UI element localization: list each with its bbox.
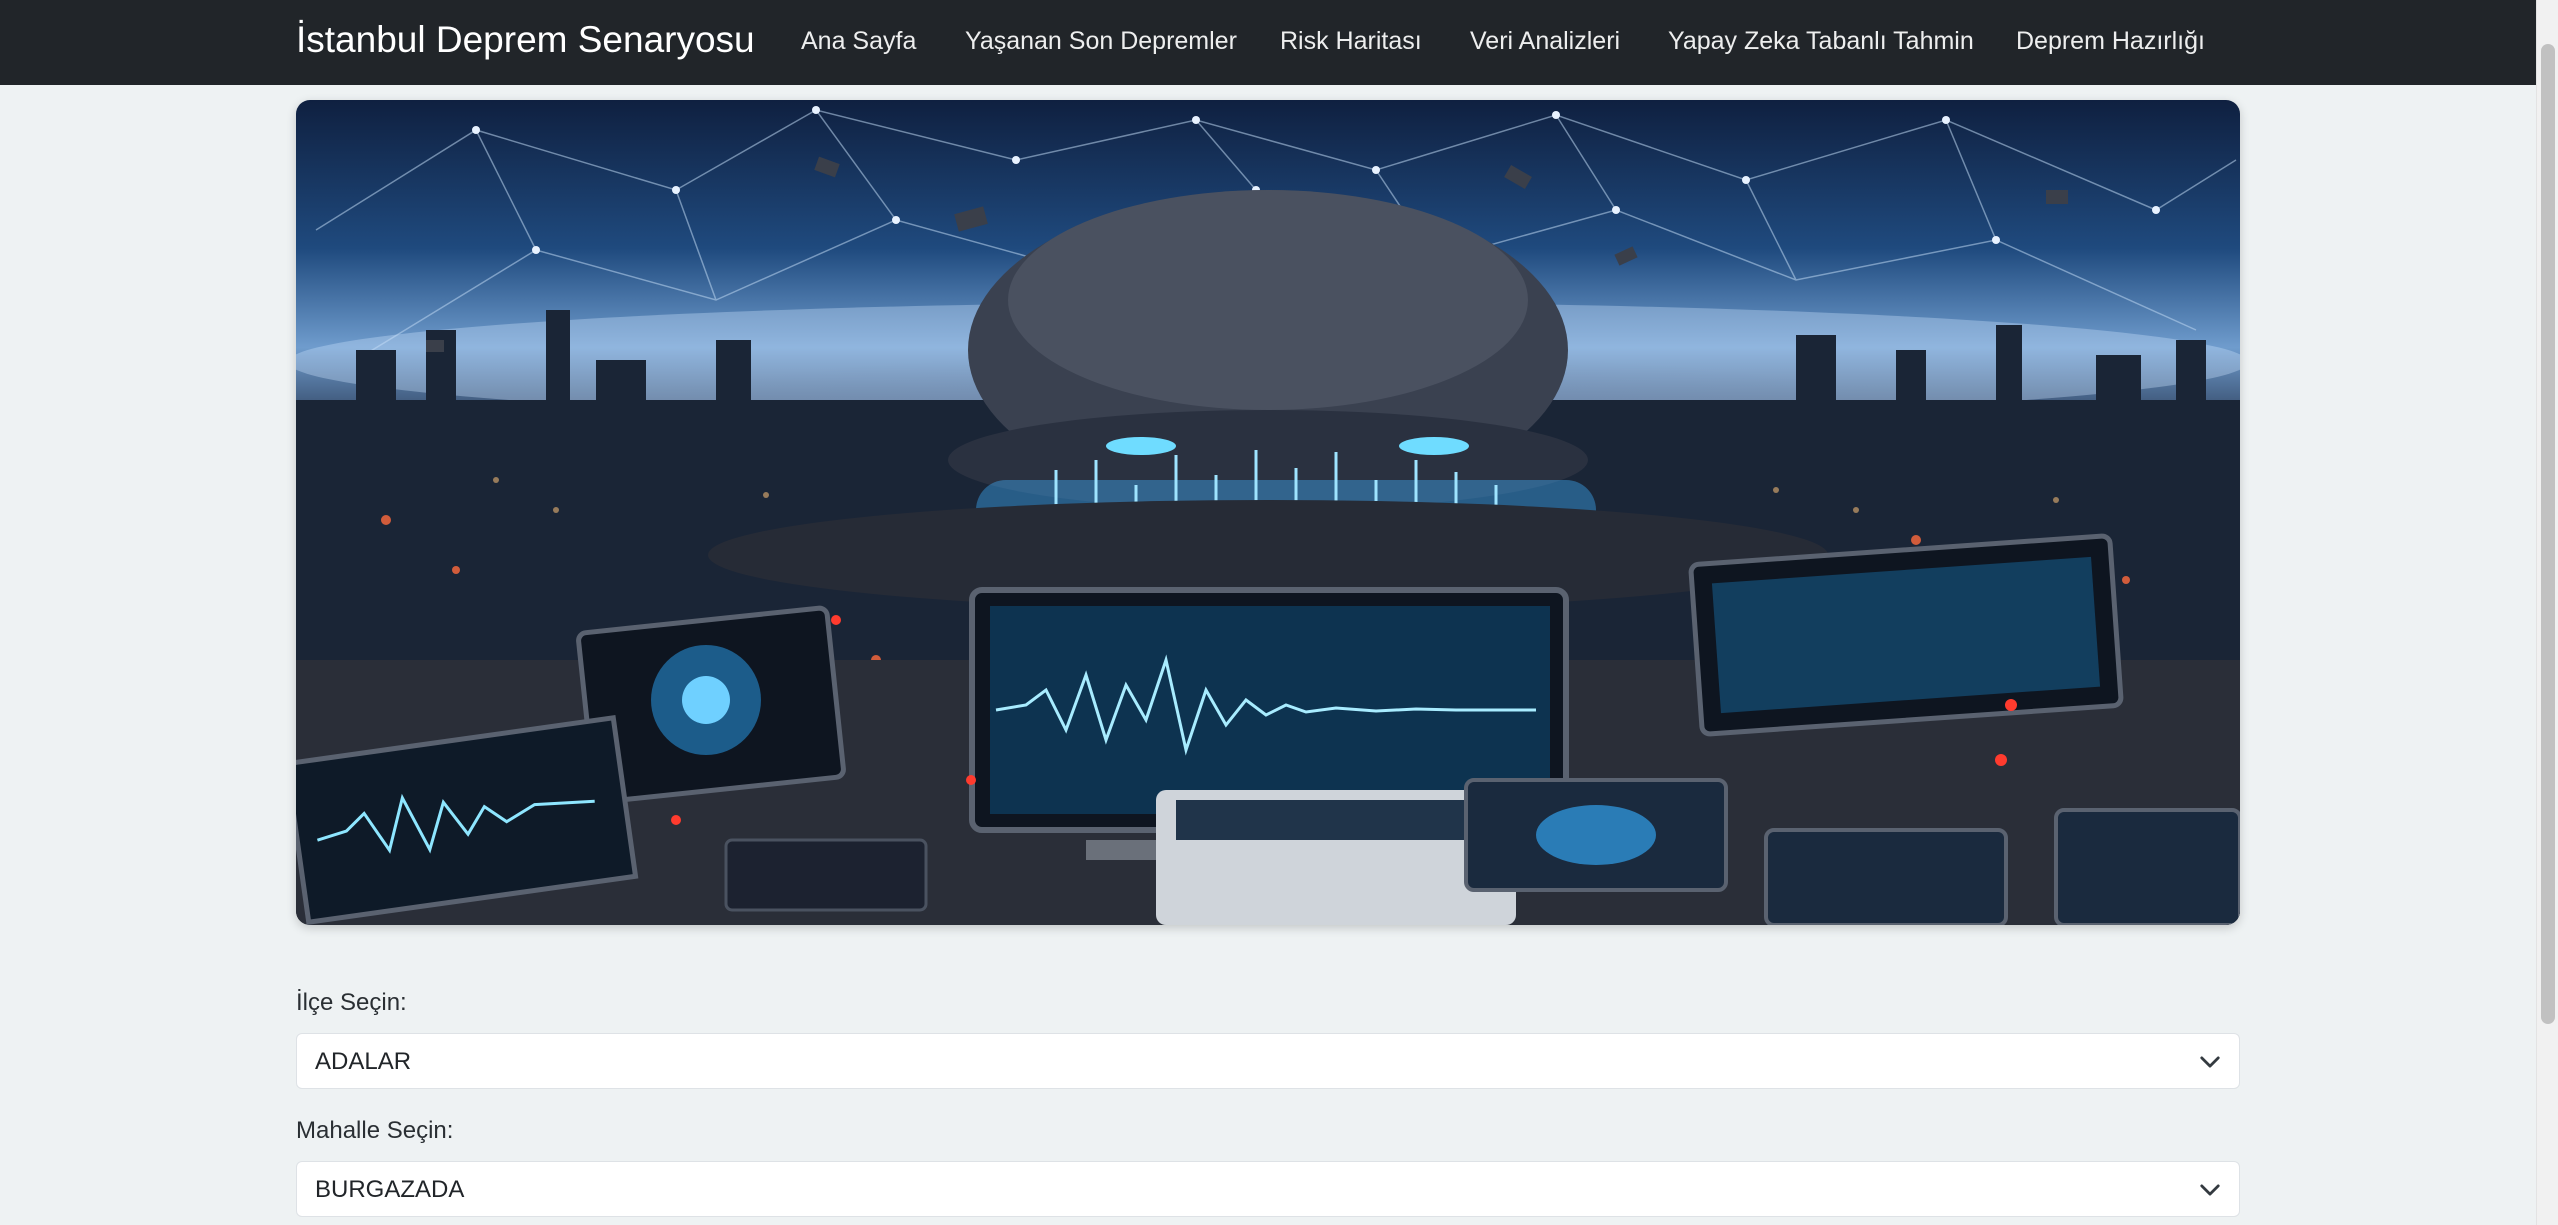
nav-item-son-depremler[interactable]: Yaşanan Son Depremler <box>965 26 1237 56</box>
page-scrollbar[interactable] <box>2536 0 2558 1225</box>
nav-item-risk-haritasi[interactable]: Risk Haritası <box>1280 26 1422 56</box>
chevron-down-icon <box>2200 1056 2220 1068</box>
district-select[interactable]: ADALAR <box>296 1033 2240 1089</box>
nav-links: Ana Sayfa Yaşanan Son Depremler Risk Har… <box>0 0 2536 85</box>
district-selected-value: ADALAR <box>315 1048 412 1075</box>
chevron-down-icon <box>2200 1184 2220 1196</box>
top-navbar: İstanbul Deprem Senaryosu Ana Sayfa Yaşa… <box>0 0 2536 85</box>
scrollbar-thumb[interactable] <box>2541 44 2555 1024</box>
hero-image <box>296 100 2240 925</box>
district-label: İlçe Seçin: <box>296 989 407 1016</box>
nav-item-veri-analizleri[interactable]: Veri Analizleri <box>1470 26 1620 56</box>
nav-item-ana-sayfa[interactable]: Ana Sayfa <box>801 26 916 56</box>
neighborhood-selected-value: BURGAZADA <box>315 1176 465 1203</box>
neighborhood-select[interactable]: BURGAZADA <box>296 1161 2240 1217</box>
nav-item-yapay-zeka-tahmin[interactable]: Yapay Zeka Tabanlı Tahmin <box>1668 26 1974 56</box>
nav-item-deprem-hazirligi[interactable]: Deprem Hazırlığı <box>2016 26 2205 56</box>
neighborhood-label: Mahalle Seçin: <box>296 1117 454 1144</box>
hero-illustration <box>296 106 2240 925</box>
